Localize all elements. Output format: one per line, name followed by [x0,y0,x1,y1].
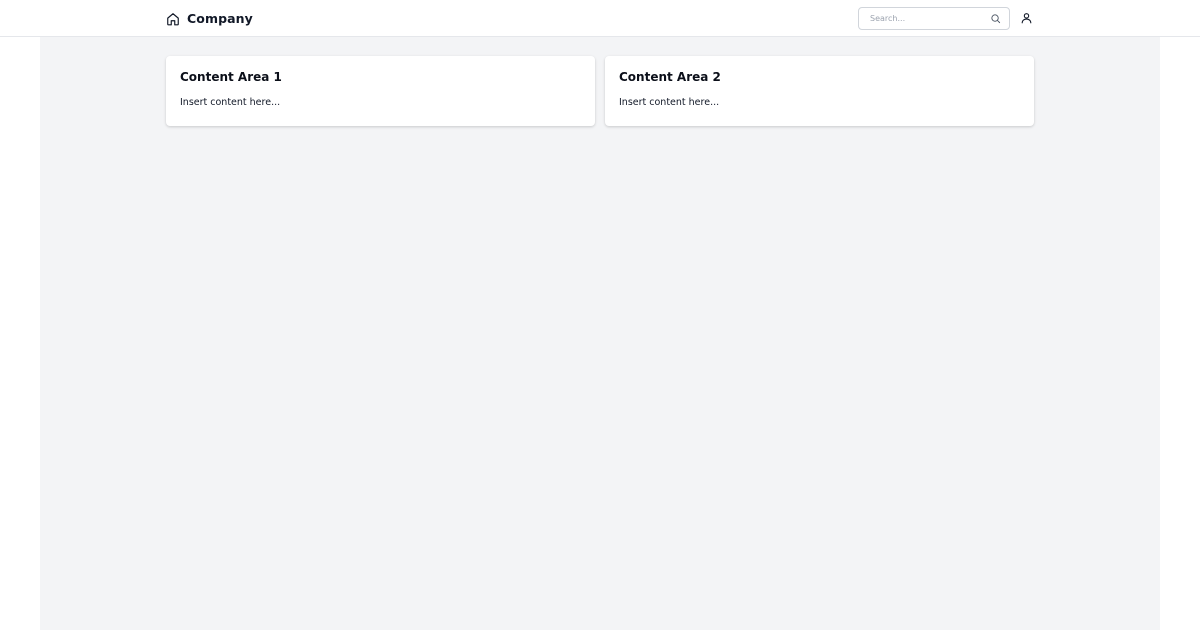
card-title: Content Area 1 [180,70,282,84]
search-input[interactable] [859,8,989,29]
top-navbar: Company [0,0,1200,37]
content-card: Content Area 1 Insert content here... [166,56,595,126]
search-box [858,7,1010,30]
main-content: Content Area 1 Insert content here... Co… [40,37,1160,630]
brand-name: Company [187,11,253,26]
page: Company Content Area 1 Insert content he… [0,0,1200,630]
content-card: Content Area 2 Insert content here... [605,56,1034,126]
brand-link[interactable]: Company [166,10,253,27]
search-icon[interactable] [990,13,1001,24]
card-body: Insert content here... [619,97,720,108]
home-icon [166,12,180,26]
user-icon[interactable] [1020,11,1033,25]
card-body: Insert content here... [180,97,281,108]
card-title: Content Area 2 [619,70,721,84]
